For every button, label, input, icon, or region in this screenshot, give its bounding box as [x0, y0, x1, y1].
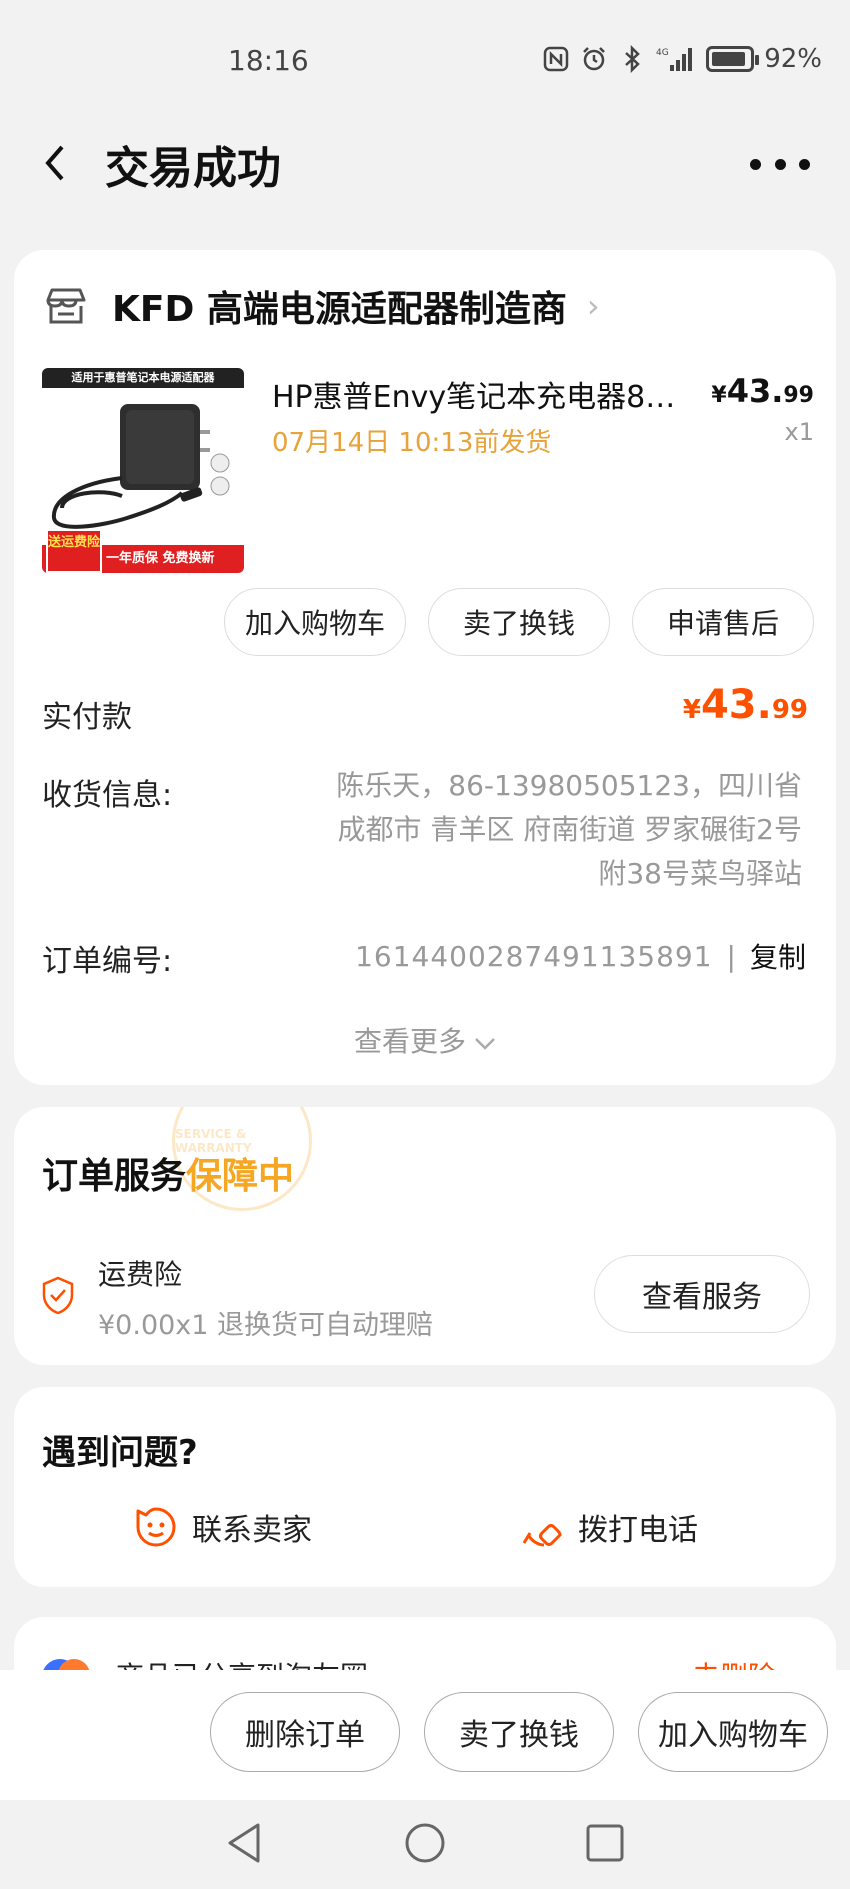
copy-button[interactable]: 复制: [750, 936, 806, 976]
ship-deadline: 07月14日 10:13前发货: [272, 428, 552, 458]
paid-label: 实付款: [42, 700, 132, 735]
service-card: SERVICE & WARRANTY 订单服务保障中 运费险 ¥0.00x1 退…: [14, 1107, 836, 1365]
add-to-cart-button[interactable]: 加入购物车: [224, 588, 406, 656]
shield-check-icon: [42, 1276, 74, 1315]
store-icon: [46, 288, 86, 324]
product-image[interactable]: 适用于惠普笔记本电源适配器 一年质保 免费换新 送运费险: [42, 368, 244, 573]
nfc-icon: [542, 45, 570, 73]
service-desc: ¥0.00x1 退换货可自动理赔: [98, 1310, 434, 1341]
order-number-label: 订单编号:: [42, 944, 173, 979]
contact-seller-button[interactable]: 联系卖家: [134, 1505, 312, 1549]
alarm-icon: [580, 45, 608, 73]
call-button[interactable]: 拨打电话: [520, 1505, 698, 1549]
delete-order-button[interactable]: 删除订单: [210, 1692, 400, 1772]
add-to-cart-bottom-button[interactable]: 加入购物车: [638, 1692, 828, 1772]
order-number-row: 1614400287491135891 | 复制: [355, 936, 806, 976]
shop-row[interactable]: KFD 高端电源适配器制造商 ›: [44, 280, 600, 332]
product-price: ¥43.99: [711, 372, 814, 410]
bluetooth-icon: [618, 45, 646, 73]
order-number: 1614400287491135891: [355, 939, 713, 973]
product-qty: x1: [784, 418, 814, 446]
svg-text:4G: 4G: [656, 48, 669, 58]
nav-back-icon[interactable]: [222, 1820, 268, 1866]
chevron-right-icon: ›: [586, 287, 600, 325]
image-badge: 送运费险: [46, 529, 102, 573]
chevron-down-icon: [474, 1025, 496, 1058]
nav-home-icon[interactable]: [402, 1820, 448, 1866]
shipping-label: 收货信息:: [42, 778, 173, 813]
more-button[interactable]: [750, 144, 810, 184]
order-separator: |: [726, 939, 736, 973]
service-name: 运费险: [98, 1258, 183, 1291]
shipping-address: 陈乐天，86-13980505123，四川省 成都市 青羊区 府南街道 罗家碾街…: [336, 769, 802, 890]
system-nav-bar: [0, 1800, 850, 1889]
page-title: 交易成功: [105, 143, 281, 194]
paid-amount: ¥43.99: [682, 682, 808, 728]
service-title: 订单服务保障中: [42, 1156, 295, 1197]
order-card: KFD 高端电源适配器制造商 › 适用于惠普笔记本电源适配器 一年质保 免费换新…: [14, 250, 836, 1085]
view-service-button[interactable]: 查看服务: [594, 1255, 810, 1333]
status-icons: 4G 92%: [542, 44, 822, 74]
service-status: 保障中: [186, 1156, 295, 1197]
help-title: 遇到问题?: [42, 1433, 198, 1473]
back-button[interactable]: [30, 138, 80, 188]
battery-icon: [706, 46, 760, 72]
nav-bar: 交易成功: [0, 120, 850, 210]
product-title[interactable]: HP惠普Envy笔记本充电器8…: [272, 372, 712, 416]
see-more-button[interactable]: 查看更多: [14, 1020, 836, 1060]
bottom-action-bar: 删除订单 卖了换钱 加入购物车: [0, 1670, 850, 1800]
help-card: 遇到问题? 联系卖家 拨打电话: [14, 1387, 836, 1587]
shop-name: KFD 高端电源适配器制造商: [112, 289, 567, 330]
nav-recents-icon[interactable]: [582, 1820, 628, 1866]
after-sale-button[interactable]: 申请售后: [632, 588, 814, 656]
phone-icon: [522, 1524, 562, 1547]
signal-icon: 4G: [656, 45, 696, 73]
status-time: 18:16: [228, 44, 309, 77]
battery-percent: 92%: [764, 44, 822, 74]
chat-face-icon: [136, 1507, 176, 1547]
chevron-left-icon: [45, 145, 64, 181]
sell-for-cash-bottom-button[interactable]: 卖了换钱: [424, 1692, 614, 1772]
status-bar: 18:16 4G 92%: [0, 0, 850, 120]
sell-for-cash-button[interactable]: 卖了换钱: [428, 588, 610, 656]
